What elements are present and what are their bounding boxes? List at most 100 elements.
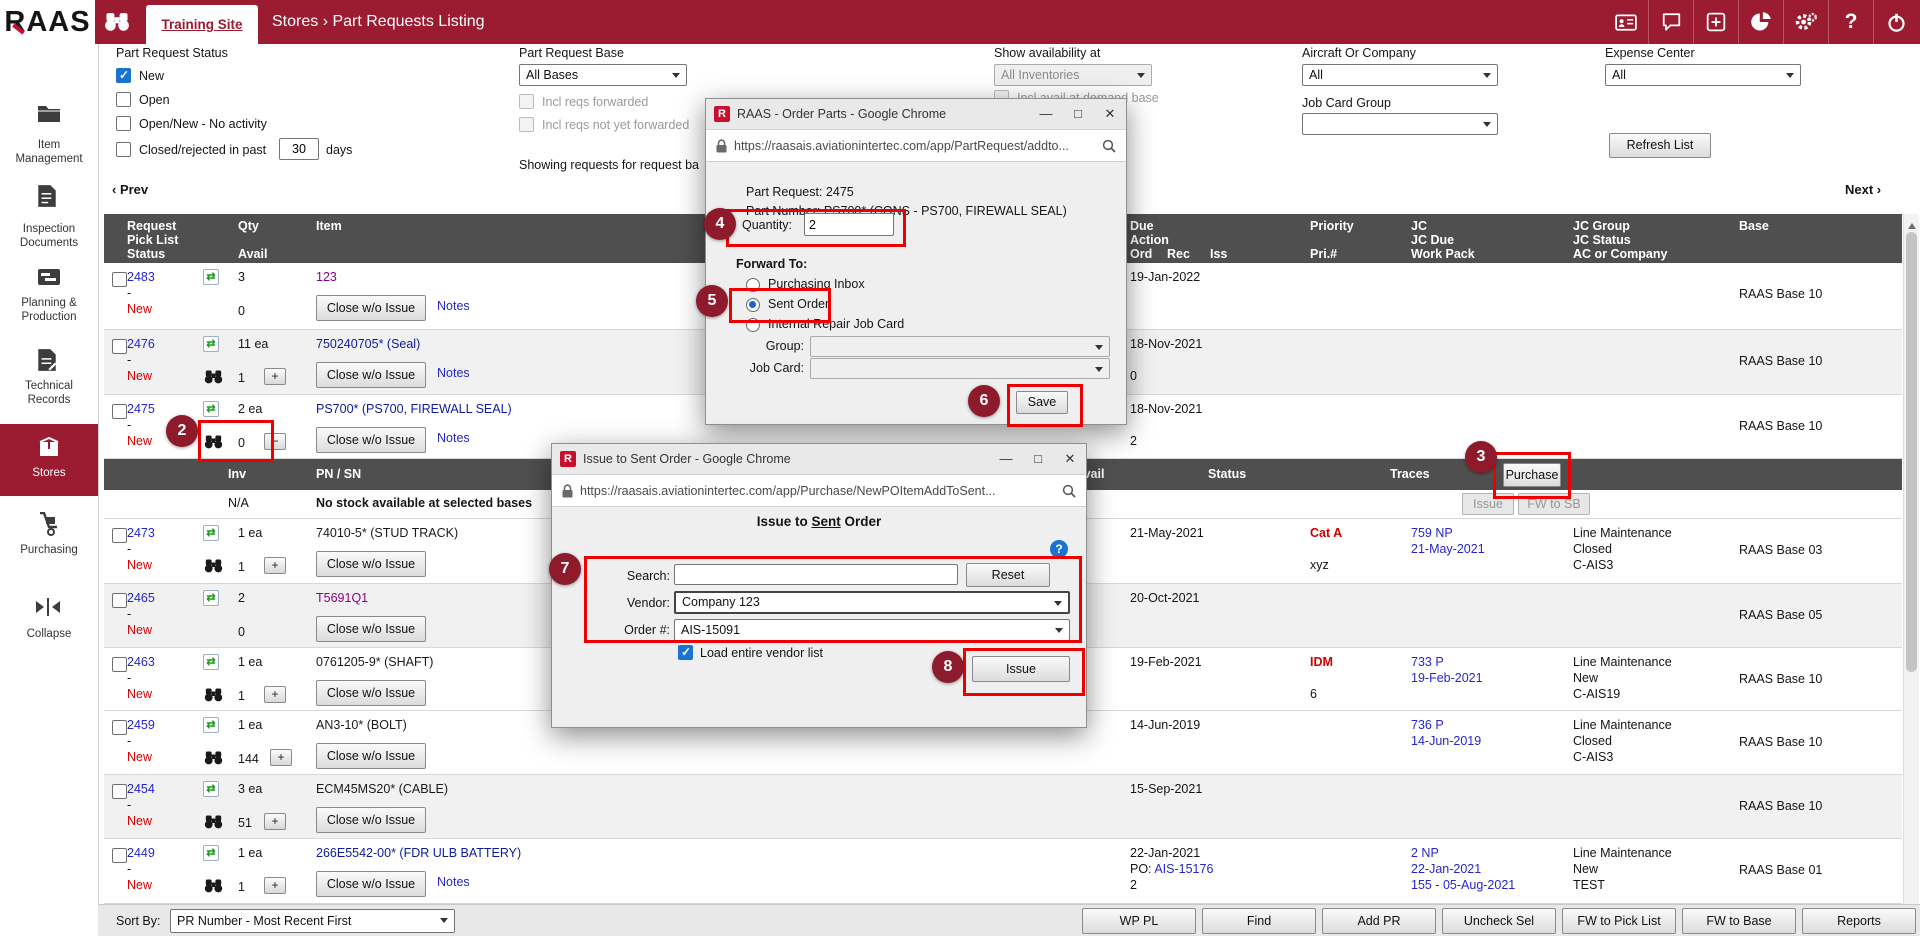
close-wo-issue-button[interactable]: Close w/o Issue <box>316 871 426 897</box>
row-checkbox[interactable] <box>112 272 127 287</box>
reset-button[interactable]: Reset <box>966 563 1050 587</box>
expand-avail-button[interactable]: + <box>264 877 286 894</box>
next-link[interactable]: Next › <box>1845 182 1881 197</box>
jc-link[interactable]: 759 NP <box>1411 526 1453 540</box>
find-button[interactable]: Find <box>1202 908 1316 934</box>
item-link[interactable]: T5691Q1 <box>316 591 368 605</box>
internal-repair-radio[interactable] <box>746 318 760 332</box>
jc-due-link[interactable]: 22-Jan-2021 <box>1411 862 1481 876</box>
row-checkbox[interactable] <box>112 593 127 608</box>
purchasing-inbox-radio[interactable] <box>746 278 760 292</box>
row-checkbox[interactable] <box>112 404 127 419</box>
item-link[interactable]: 74010-5* (STUD TRACK) <box>316 526 458 540</box>
job-card-group-select[interactable] <box>1302 113 1498 135</box>
close-wo-issue-button[interactable]: Close w/o Issue <box>316 616 426 642</box>
request-type-icon[interactable] <box>203 336 219 352</box>
expand-avail-button[interactable]: + <box>264 686 286 703</box>
notes-link[interactable]: Notes <box>437 299 470 313</box>
dialog-title-bar[interactable]: R RAAS - Order Parts - Google Chrome — □… <box>706 99 1126 130</box>
vendor-select[interactable]: Company 123 <box>674 591 1070 614</box>
request-type-icon[interactable] <box>203 654 219 670</box>
close-wo-issue-button[interactable]: Close w/o Issue <box>316 680 426 706</box>
expand-avail-button[interactable]: + <box>270 749 292 766</box>
notes-link[interactable]: Notes <box>437 431 470 445</box>
request-type-icon[interactable] <box>203 781 219 797</box>
uncheck-sel-button[interactable]: Uncheck Sel <box>1442 908 1556 934</box>
chat-icon[interactable] <box>1648 0 1693 44</box>
item-link[interactable]: PS700* (PS700, FIREWALL SEAL) <box>316 402 512 416</box>
work-pack-link[interactable]: 155 - 05-Aug-2021 <box>1411 878 1515 892</box>
status-opennew-checkbox[interactable] <box>116 116 131 131</box>
sidebar-item-stores[interactable]: Stores <box>0 424 98 496</box>
settings-gear-icon[interactable] <box>1783 0 1828 44</box>
issue-button[interactable]: Issue <box>972 656 1070 682</box>
dialog-title-bar[interactable]: R Issue to Sent Order - Google Chrome — … <box>552 444 1086 475</box>
quantity-input[interactable] <box>804 213 894 236</box>
jc-due-link[interactable]: 21-May-2021 <box>1411 542 1485 556</box>
close-wo-issue-button[interactable]: Close w/o Issue <box>316 362 426 388</box>
close-wo-issue-button[interactable]: Close w/o Issue <box>316 807 426 833</box>
help-icon[interactable]: ? <box>1828 0 1873 44</box>
close-icon[interactable]: ✕ <box>1054 444 1086 474</box>
zoom-icon[interactable] <box>1102 139 1116 153</box>
expand-avail-button[interactable]: + <box>264 813 286 830</box>
collapse-avail-button[interactable]: − <box>264 433 286 450</box>
notes-link[interactable]: Notes <box>437 366 470 380</box>
jc-link[interactable]: 733 P <box>1411 655 1444 669</box>
request-type-icon[interactable] <box>203 269 219 285</box>
row-checkbox[interactable] <box>112 528 127 543</box>
request-type-icon[interactable] <box>203 845 219 861</box>
vertical-scrollbar[interactable] <box>1903 214 1919 936</box>
request-type-icon[interactable] <box>203 525 219 541</box>
binoculars-icon[interactable] <box>104 10 130 37</box>
row-checkbox[interactable] <box>112 848 127 863</box>
request-type-icon[interactable] <box>203 717 219 733</box>
jc-link[interactable]: 736 P <box>1411 718 1444 732</box>
pr-link[interactable]: 2476 <box>127 337 155 351</box>
item-link[interactable]: 266E5542-00* (FDR ULB BATTERY) <box>316 846 521 860</box>
pr-link[interactable]: 2465 <box>127 591 155 605</box>
notes-link[interactable]: Notes <box>437 875 470 889</box>
po-link[interactable]: AIS-15176 <box>1154 862 1213 876</box>
base-select[interactable]: All Bases <box>519 64 687 86</box>
wp-pl-button[interactable]: WP PL <box>1082 908 1196 934</box>
order-number-select[interactable]: AIS-15091 <box>674 619 1070 641</box>
zoom-icon[interactable] <box>1062 484 1076 498</box>
expense-select[interactable]: All <box>1605 64 1801 86</box>
row-checkbox[interactable] <box>112 657 127 672</box>
row-checkbox[interactable] <box>112 784 127 799</box>
close-icon[interactable]: ✕ <box>1094 99 1126 129</box>
jc-link[interactable]: 2 NP <box>1411 846 1439 860</box>
reports-button[interactable]: Reports <box>1802 908 1916 934</box>
minimize-button[interactable]: — <box>990 444 1022 474</box>
pr-link[interactable]: 2463 <box>127 655 155 669</box>
status-new-checkbox[interactable] <box>116 68 131 83</box>
fw-to-base-button[interactable]: FW to Base <box>1682 908 1796 934</box>
expand-avail-button[interactable]: + <box>264 557 286 574</box>
jc-due-link[interactable]: 14-Jun-2019 <box>1411 734 1481 748</box>
power-icon[interactable] <box>1873 0 1918 44</box>
add-icon[interactable] <box>1693 0 1738 44</box>
pr-link[interactable]: 2449 <box>127 846 155 860</box>
tab-training-site[interactable]: Training Site <box>146 5 258 44</box>
fw-to-pick-list-button[interactable]: FW to Pick List <box>1562 908 1676 934</box>
row-checkbox[interactable] <box>112 339 127 354</box>
sort-select[interactable]: PR Number - Most Recent First <box>170 909 455 933</box>
prev-link[interactable]: ‹ Prev <box>112 182 148 197</box>
item-link[interactable]: 0761205-9* (SHAFT) <box>316 655 433 669</box>
item-link[interactable]: 123 <box>316 270 337 284</box>
pr-link[interactable]: 2473 <box>127 526 155 540</box>
pr-link[interactable]: 2475 <box>127 402 155 416</box>
request-type-icon[interactable] <box>203 590 219 606</box>
status-open-checkbox[interactable] <box>116 92 131 107</box>
pr-link[interactable]: 2459 <box>127 718 155 732</box>
refresh-list-button[interactable]: Refresh List <box>1609 133 1711 158</box>
item-link[interactable]: AN3-10* (BOLT) <box>316 718 407 732</box>
item-link[interactable]: 750240705* (Seal) <box>316 337 420 351</box>
pr-link[interactable]: 2454 <box>127 782 155 796</box>
aircraft-select[interactable]: All <box>1302 64 1498 86</box>
add-pr-button[interactable]: Add PR <box>1322 908 1436 934</box>
jc-due-link[interactable]: 19-Feb-2021 <box>1411 671 1483 685</box>
maximize-button[interactable]: □ <box>1062 99 1094 129</box>
maximize-button[interactable]: □ <box>1022 444 1054 474</box>
